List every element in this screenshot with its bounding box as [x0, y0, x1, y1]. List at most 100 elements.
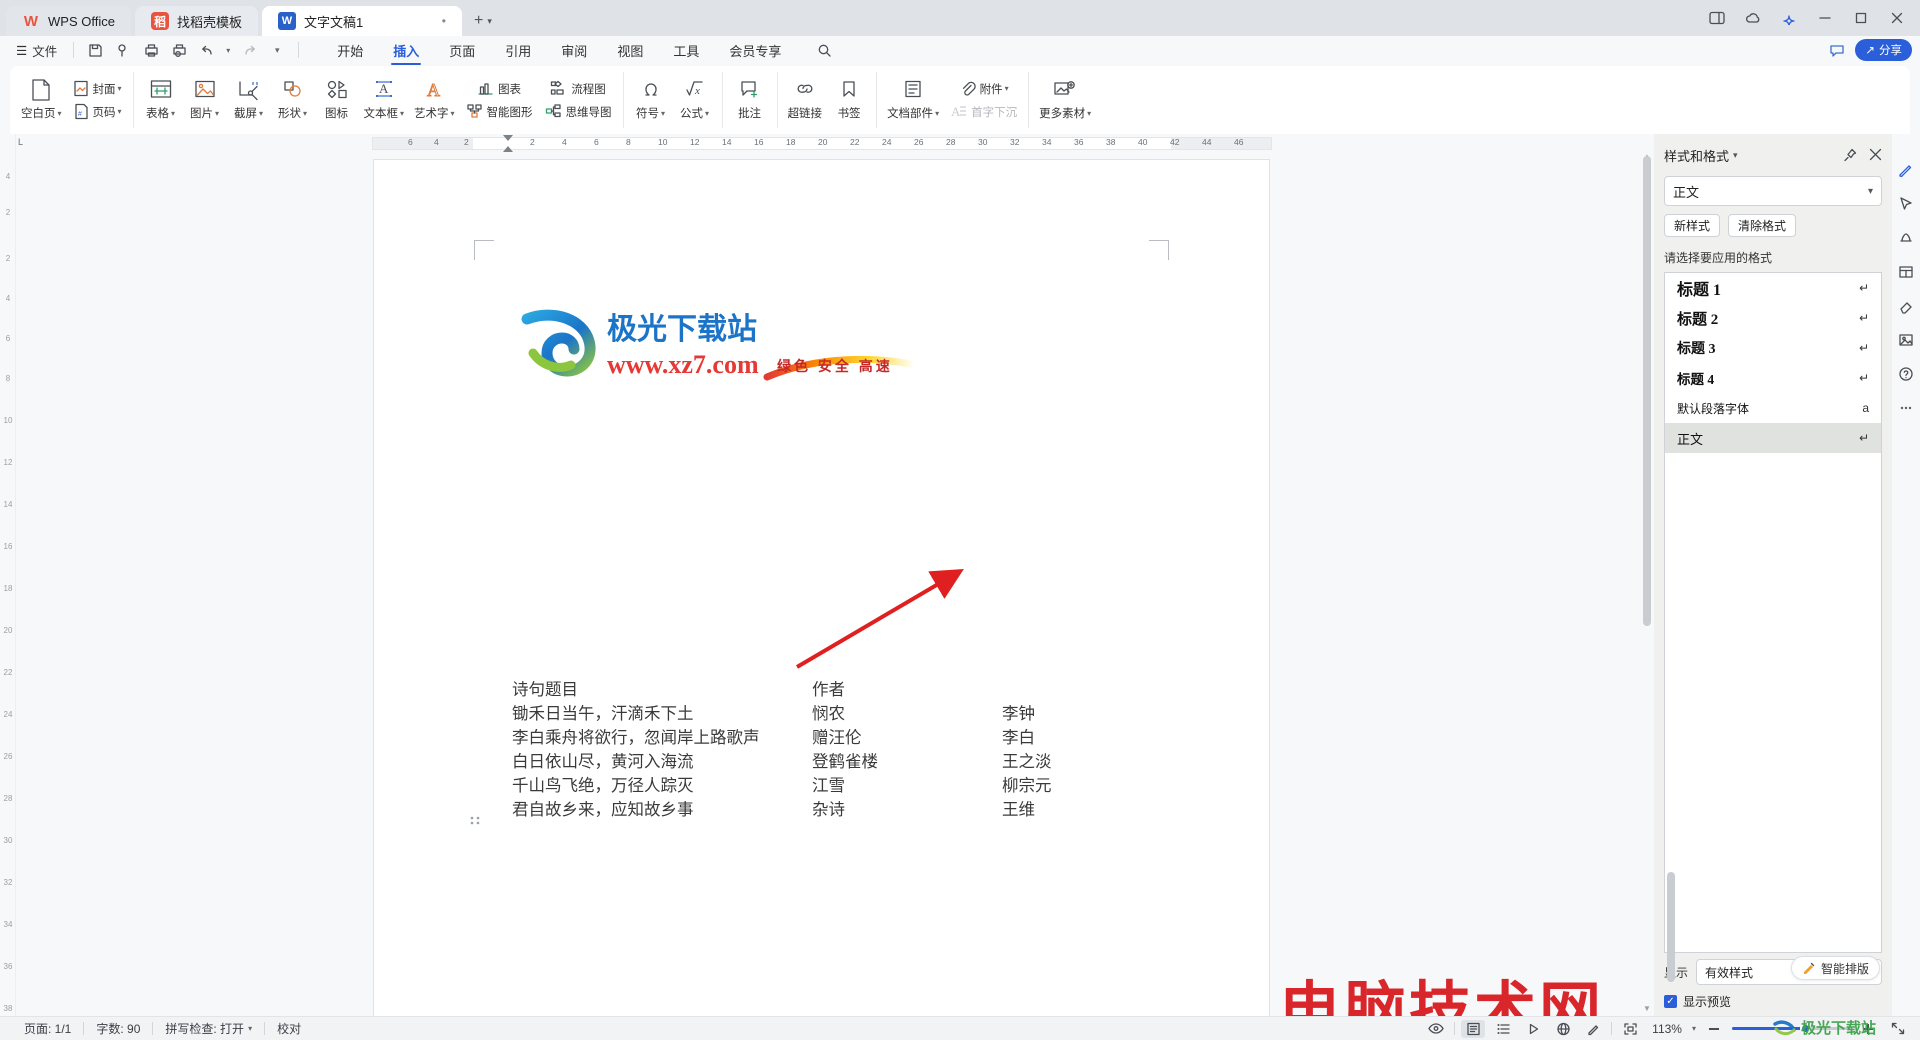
- proofread-button[interactable]: 校对: [265, 1020, 313, 1037]
- panel-scrollbar-thumb[interactable]: [1667, 872, 1675, 982]
- picture-button[interactable]: 图片 ▾: [183, 69, 227, 129]
- pen-edit-icon[interactable]: [1896, 160, 1916, 180]
- redo-icon[interactable]: [236, 39, 262, 61]
- close-icon[interactable]: [1869, 148, 1882, 162]
- tab-view[interactable]: 视图: [603, 37, 657, 63]
- chevron-down-icon[interactable]: ▾: [487, 16, 492, 27]
- screenshot-button[interactable]: 截屏 ▾: [227, 69, 271, 129]
- more-assets-button[interactable]: 更多素材 ▾: [1034, 69, 1096, 129]
- chevron-down-icon[interactable]: ▾: [1692, 1024, 1696, 1033]
- panel-scrollbar[interactable]: [1666, 872, 1676, 982]
- brush-icon[interactable]: [1581, 1020, 1605, 1038]
- table-row[interactable]: 诗句题目 作者: [512, 678, 1122, 702]
- share-button[interactable]: ↗ 分享: [1855, 39, 1912, 61]
- blank-page-button[interactable]: 空白页 ▾: [16, 69, 67, 129]
- icons-button[interactable]: 图标: [315, 69, 359, 129]
- eye-icon[interactable]: [1424, 1020, 1448, 1038]
- pin-icon[interactable]: [1843, 148, 1857, 162]
- mind-map-button[interactable]: 思维导图: [541, 102, 616, 122]
- tab-page[interactable]: 页面: [435, 37, 489, 63]
- notification-icon[interactable]: [1772, 3, 1806, 33]
- word-count-status[interactable]: 字数: 90: [84, 1020, 152, 1037]
- help-icon[interactable]: [1896, 364, 1916, 384]
- hyperlink-button[interactable]: 超链接: [783, 69, 828, 129]
- style-item-heading4[interactable]: 标题 4 ↵: [1665, 363, 1881, 393]
- text-box-button[interactable]: A 文本框 ▾: [359, 69, 410, 129]
- app-tab-wps-office[interactable]: W WPS Office: [6, 6, 131, 36]
- inserted-logo-image[interactable]: 极光下载站 www.xz7.com 绿色 安全 高速: [519, 305, 919, 381]
- indent-marker-top[interactable]: [503, 135, 513, 141]
- new-style-button[interactable]: 新样式: [1664, 214, 1721, 237]
- attachment-button[interactable]: 附件 ▾: [946, 79, 1021, 99]
- style-item-heading2[interactable]: 标题 2 ↵: [1665, 303, 1881, 333]
- document-canvas[interactable]: 极光下载站 www.xz7.com 绿色 安全 高速 诗句题目 作者 锄禾日当午…: [16, 152, 1654, 1016]
- file-menu-button[interactable]: ☰ 文件: [8, 38, 65, 62]
- chart-button[interactable]: 图表: [462, 79, 537, 99]
- table-row[interactable]: 千山鸟飞绝，万径人踪灭 江雪 柳宗元: [512, 774, 1122, 798]
- word-art-button[interactable]: A 艺术字 ▾: [409, 69, 460, 129]
- style-item-heading3[interactable]: 标题 3 ↵: [1665, 333, 1881, 363]
- collaborate-icon[interactable]: [1829, 43, 1845, 57]
- search-icon[interactable]: [811, 39, 837, 61]
- close-button[interactable]: [1880, 3, 1914, 33]
- web-layout-icon[interactable]: [1551, 1020, 1575, 1038]
- document-scrollbar[interactable]: ▲ ▼: [1642, 152, 1652, 1016]
- style-item-heading1[interactable]: 标题 1 ↵: [1665, 273, 1881, 303]
- image-tools-icon[interactable]: [1896, 330, 1916, 350]
- tab-reference[interactable]: 引用: [491, 37, 545, 63]
- spellcheck-status[interactable]: 拼写检查: 打开 ▾: [153, 1020, 264, 1037]
- tab-tools[interactable]: 工具: [659, 37, 713, 63]
- tab-insert[interactable]: 插入: [379, 37, 433, 65]
- flowchart-button[interactable]: 流程图: [541, 79, 616, 99]
- show-preview-checkbox[interactable]: ✓ 显示预览: [1664, 993, 1882, 1010]
- scrollbar-thumb[interactable]: [1643, 156, 1651, 626]
- undo-icon[interactable]: [194, 39, 220, 61]
- save-icon[interactable]: [82, 39, 108, 61]
- drop-cap-button[interactable]: A 首字下沉: [946, 102, 1021, 122]
- outline-icon[interactable]: [1491, 1020, 1515, 1038]
- page-status[interactable]: 页面: 1/1: [12, 1020, 83, 1037]
- shapes-button[interactable]: 形状 ▾: [271, 69, 315, 129]
- table-tools-icon[interactable]: [1896, 262, 1916, 282]
- table-row[interactable]: 李白乘舟将欲行，忽闻岸上路歌声 赠汪伦 李白: [512, 726, 1122, 750]
- style-item-default-font[interactable]: 默认段落字体 a: [1665, 393, 1881, 423]
- zoom-out-button[interactable]: [1702, 1020, 1726, 1038]
- horizontal-ruler[interactable]: L 6 4 2 2 4 6 8 10 12 14 16 18 20 22 24: [16, 134, 1654, 152]
- layout-split-icon[interactable]: [1700, 3, 1734, 33]
- table-row[interactable]: 锄禾日当午，汗滴禾下土 悯农 李钟: [512, 702, 1122, 726]
- document-text-block[interactable]: 诗句题目 作者 锄禾日当午，汗滴禾下土 悯农 李钟 李白乘舟将欲行，忽闻岸上路歌…: [512, 678, 1122, 822]
- app-tab-docer-template[interactable]: 稻 找稻壳模板: [134, 6, 258, 36]
- equation-button[interactable]: x 公式 ▾: [673, 69, 717, 129]
- more-icon[interactable]: [1896, 398, 1916, 418]
- clear-format-button[interactable]: 清除格式: [1728, 214, 1797, 237]
- vertical-ruler[interactable]: 4 2 2 4 6 8 10 12 14 16 18 20 22 24 26 2…: [0, 134, 16, 1016]
- styles-list[interactable]: 标题 1 ↵ 标题 2 ↵ 标题 3 ↵ 标题 4 ↵ 默认段落字体 a 正文 …: [1664, 272, 1882, 953]
- print-layout-icon[interactable]: [1461, 1019, 1486, 1038]
- zoom-level[interactable]: 113%: [1648, 1022, 1686, 1036]
- fullscreen-icon[interactable]: [1618, 1020, 1642, 1038]
- document-page[interactable]: 极光下载站 www.xz7.com 绿色 安全 高速 诗句题目 作者 锄禾日当午…: [374, 160, 1601, 1016]
- maximize-button[interactable]: [1844, 3, 1878, 33]
- customize-toolbar-icon[interactable]: ▾: [264, 39, 290, 61]
- cursor-select-icon[interactable]: [1896, 194, 1916, 214]
- print-preview-icon[interactable]: [166, 39, 192, 61]
- table-row[interactable]: 白日依山尽，黄河入海流 登鹤雀楼 王之淡: [512, 750, 1122, 774]
- panel-title[interactable]: 样式和格式 ▾: [1664, 146, 1738, 165]
- current-style-select[interactable]: 正文 ▾: [1664, 176, 1882, 206]
- tab-member[interactable]: 会员专享: [715, 37, 795, 63]
- tab-close-icon[interactable]: •: [424, 14, 446, 28]
- style-item-body[interactable]: 正文 ↵: [1665, 423, 1881, 453]
- cloud-sync-icon[interactable]: [1736, 3, 1770, 33]
- minimize-button[interactable]: [1808, 3, 1842, 33]
- scroll-down-icon[interactable]: ▼: [1642, 1004, 1652, 1016]
- undo-caret-icon[interactable]: ▾: [222, 39, 234, 61]
- table-row[interactable]: 君自故乡来，应知故乡事 杂诗 王维: [512, 798, 1122, 822]
- new-tab-button[interactable]: + ▾: [466, 6, 500, 36]
- shape-tools-icon[interactable]: [1896, 228, 1916, 248]
- print-icon[interactable]: [138, 39, 164, 61]
- tab-review[interactable]: 审阅: [547, 37, 601, 63]
- chevron-down-icon[interactable]: ▾: [1733, 150, 1738, 161]
- doc-parts-button[interactable]: 文档部件 ▾: [882, 69, 944, 129]
- ruler-corner[interactable]: L: [18, 137, 23, 147]
- fit-page-button[interactable]: [1886, 1020, 1910, 1038]
